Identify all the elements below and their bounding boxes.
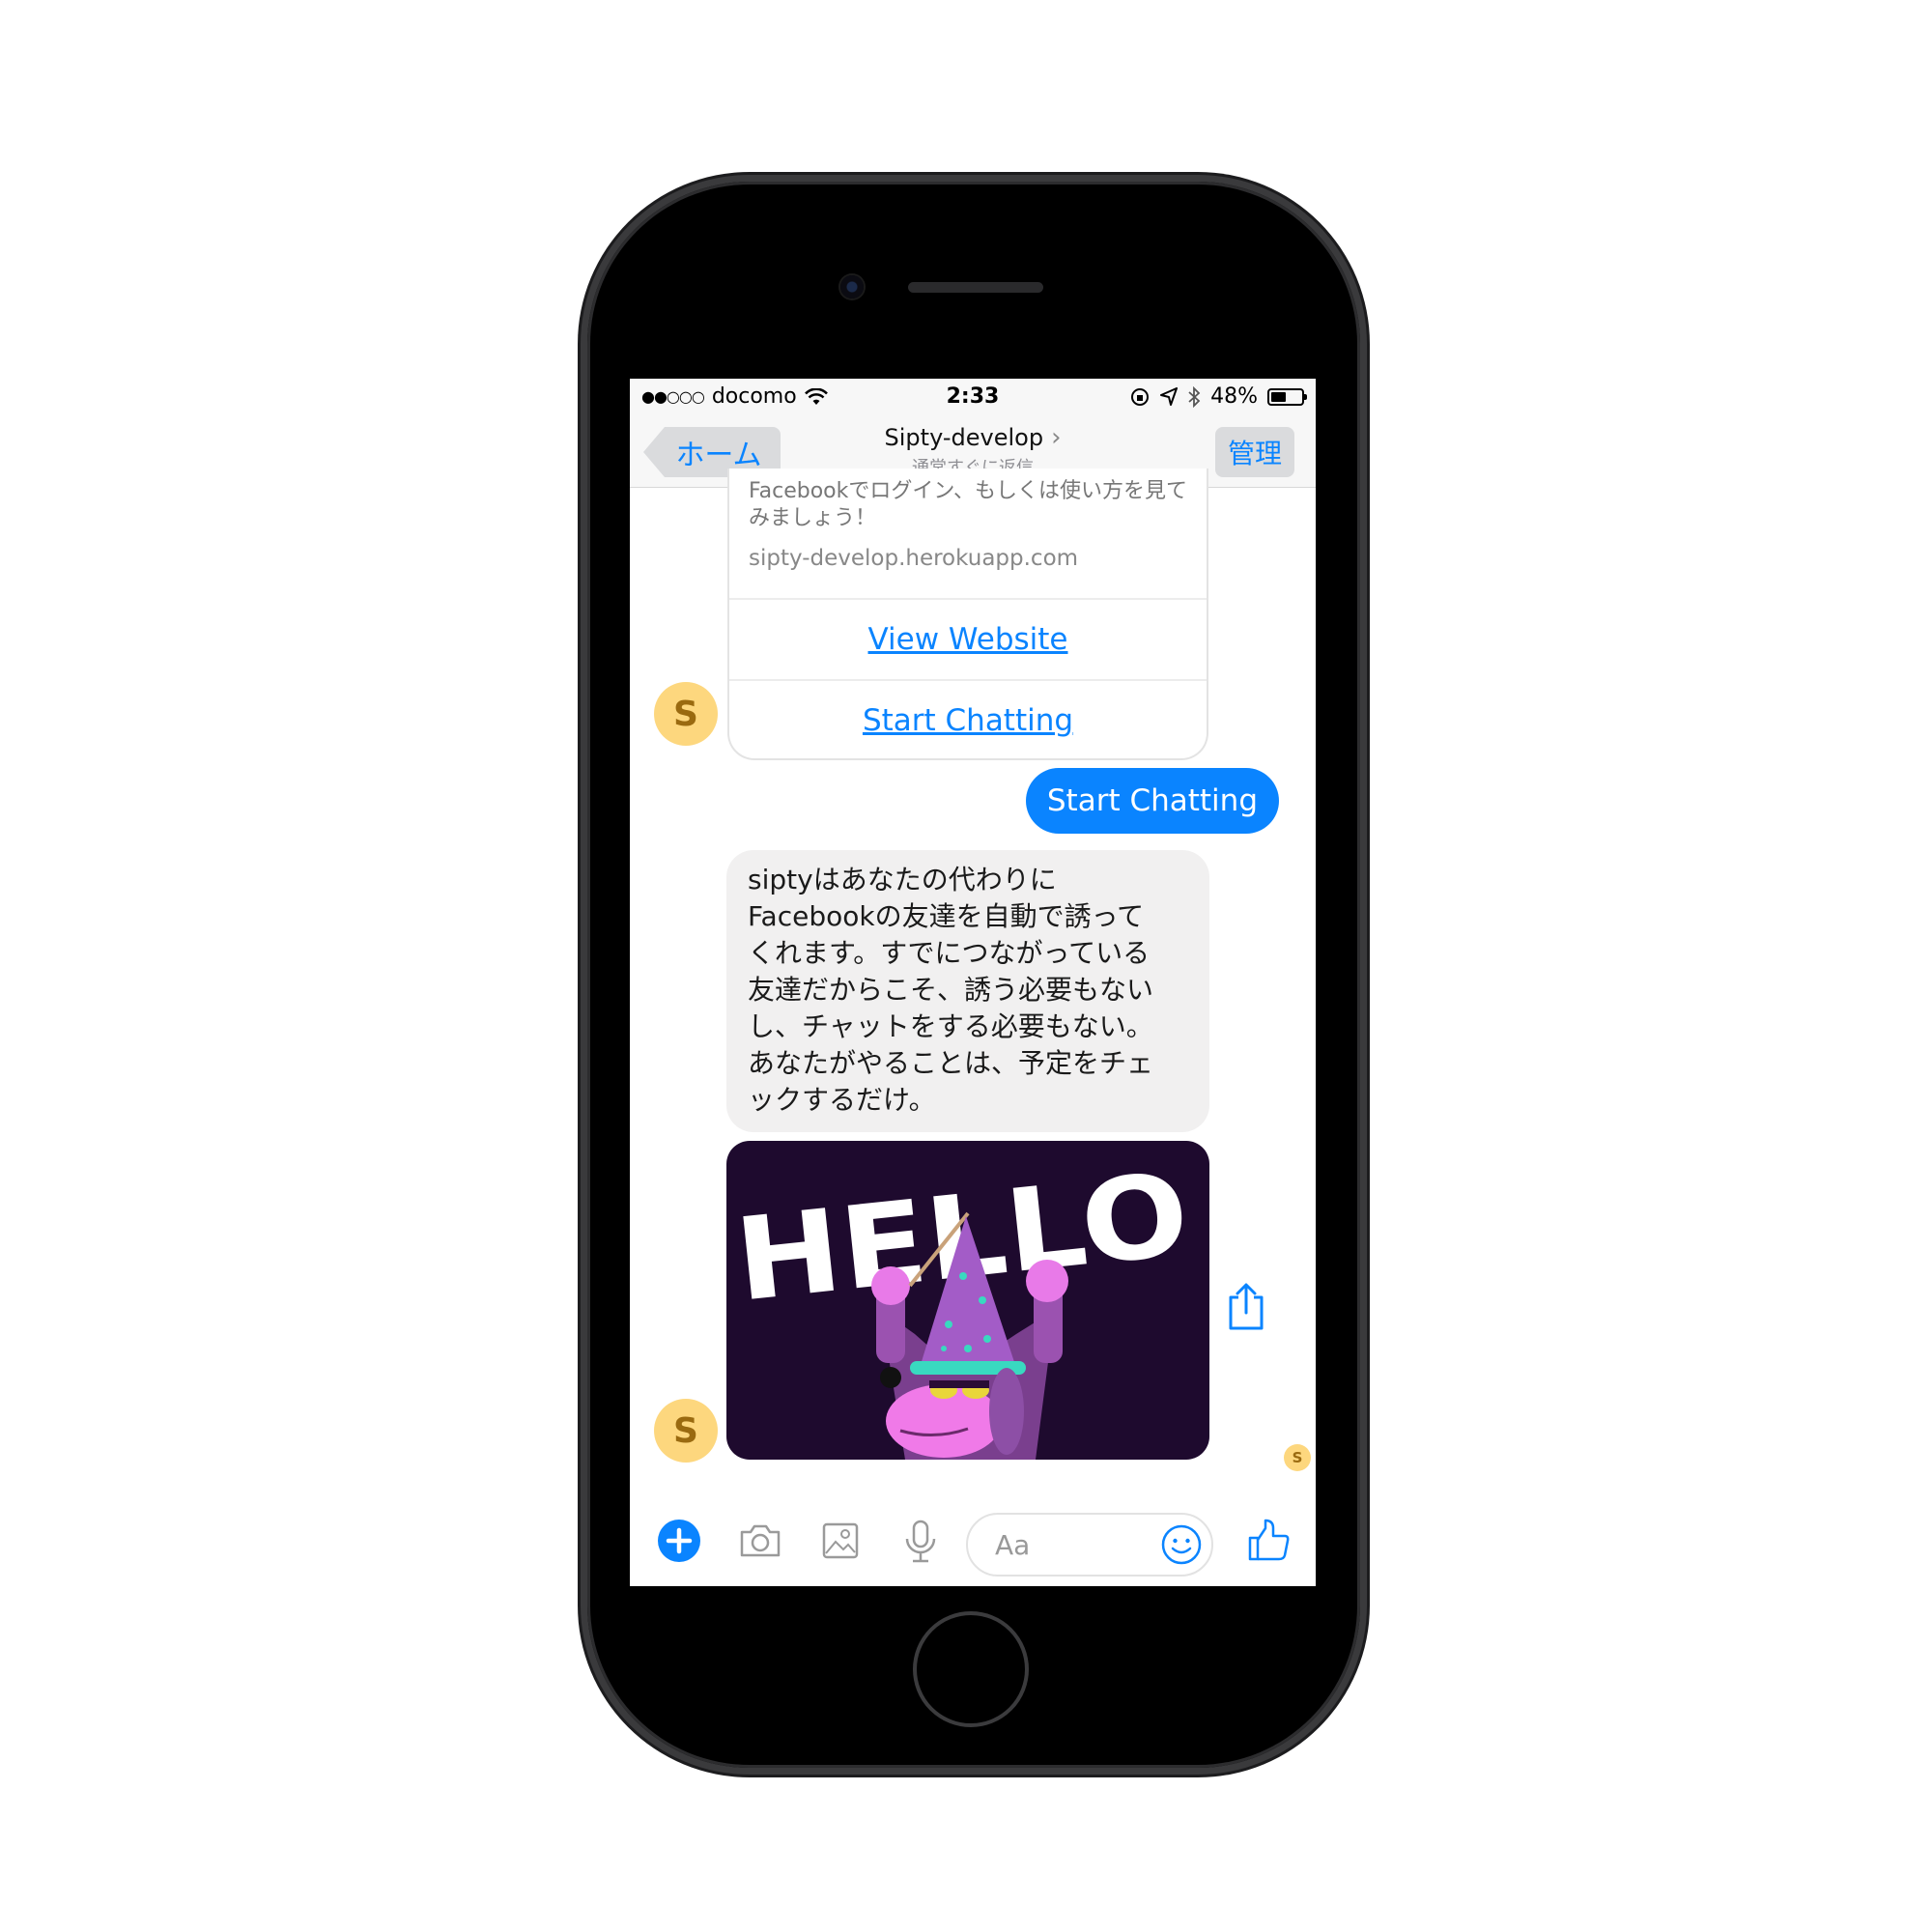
message-thread[interactable]: Facebookでログイン、もしくは使い方を見てみましょう！ sipty-dev…: [630, 469, 1316, 1586]
message-composer: Aa: [630, 1499, 1316, 1586]
input-placeholder: Aa: [995, 1528, 1031, 1561]
bluetooth-icon: [1188, 385, 1201, 408]
earpiece-speaker: [908, 282, 1043, 293]
chevron-right-icon: ›: [1051, 423, 1062, 452]
battery-percent: 48%: [1210, 384, 1258, 409]
microphone-icon[interactable]: [896, 1517, 945, 1565]
avatar[interactable]: S: [654, 1399, 718, 1463]
seen-indicator-avatar: S: [1284, 1444, 1311, 1471]
screen: ●●○○○ docomo 2:33 48% ホーム Sipty-develop …: [630, 379, 1316, 1586]
manage-button[interactable]: 管理: [1215, 427, 1294, 477]
thumbs-up-icon[interactable]: [1244, 1517, 1293, 1565]
hello-sticker[interactable]: HELLO: [726, 1141, 1209, 1460]
link-card: Facebookでログイン、もしくは使い方を見てみましょう！ sipty-dev…: [727, 469, 1208, 760]
location-icon: [1160, 386, 1179, 406]
plus-icon[interactable]: [655, 1517, 703, 1565]
view-website-button[interactable]: View Website: [729, 598, 1207, 679]
camera-icon[interactable]: [736, 1517, 784, 1565]
battery-icon: [1267, 387, 1307, 406]
outgoing-message-bubble[interactable]: Start Chatting: [1025, 768, 1279, 834]
image-icon[interactable]: [816, 1517, 865, 1565]
wizard-dog-illustration: HELLO: [729, 1147, 1195, 1460]
emoji-icon[interactable]: [1159, 1522, 1204, 1567]
orientation-lock-icon: [1131, 387, 1150, 406]
message-input[interactable]: Aa: [966, 1513, 1213, 1577]
home-button[interactable]: [913, 1611, 1029, 1727]
card-description: Facebookでログイン、もしくは使い方を見てみましょう！: [749, 479, 1188, 530]
conversation-title: Sipty-develop: [884, 424, 1044, 451]
status-bar: ●●○○○ docomo 2:33 48%: [630, 379, 1316, 415]
avatar[interactable]: S: [654, 682, 718, 746]
card-url[interactable]: sipty-develop.herokuapp.com: [749, 546, 1078, 571]
front-camera: [840, 275, 864, 298]
start-chatting-card-button[interactable]: Start Chatting: [729, 679, 1207, 760]
share-icon[interactable]: [1225, 1282, 1267, 1332]
incoming-message-bubble[interactable]: siptyはあなたの代わりに Facebookの友達を自動で誘って くれます。す…: [726, 850, 1209, 1132]
